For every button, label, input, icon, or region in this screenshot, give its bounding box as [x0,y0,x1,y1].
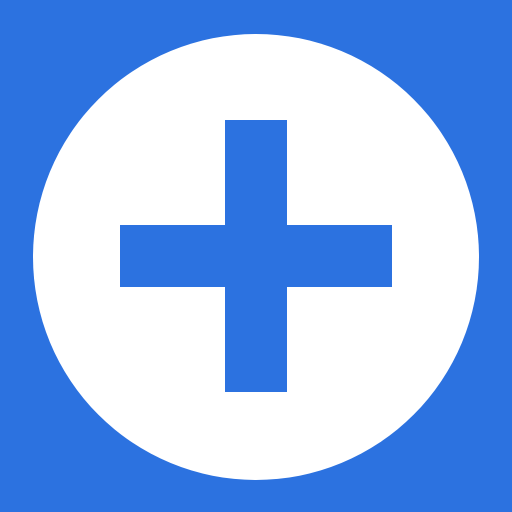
add-icon-tile[interactable] [0,0,512,512]
plus-horizontal-bar [120,225,392,287]
plus-icon [0,0,512,512]
